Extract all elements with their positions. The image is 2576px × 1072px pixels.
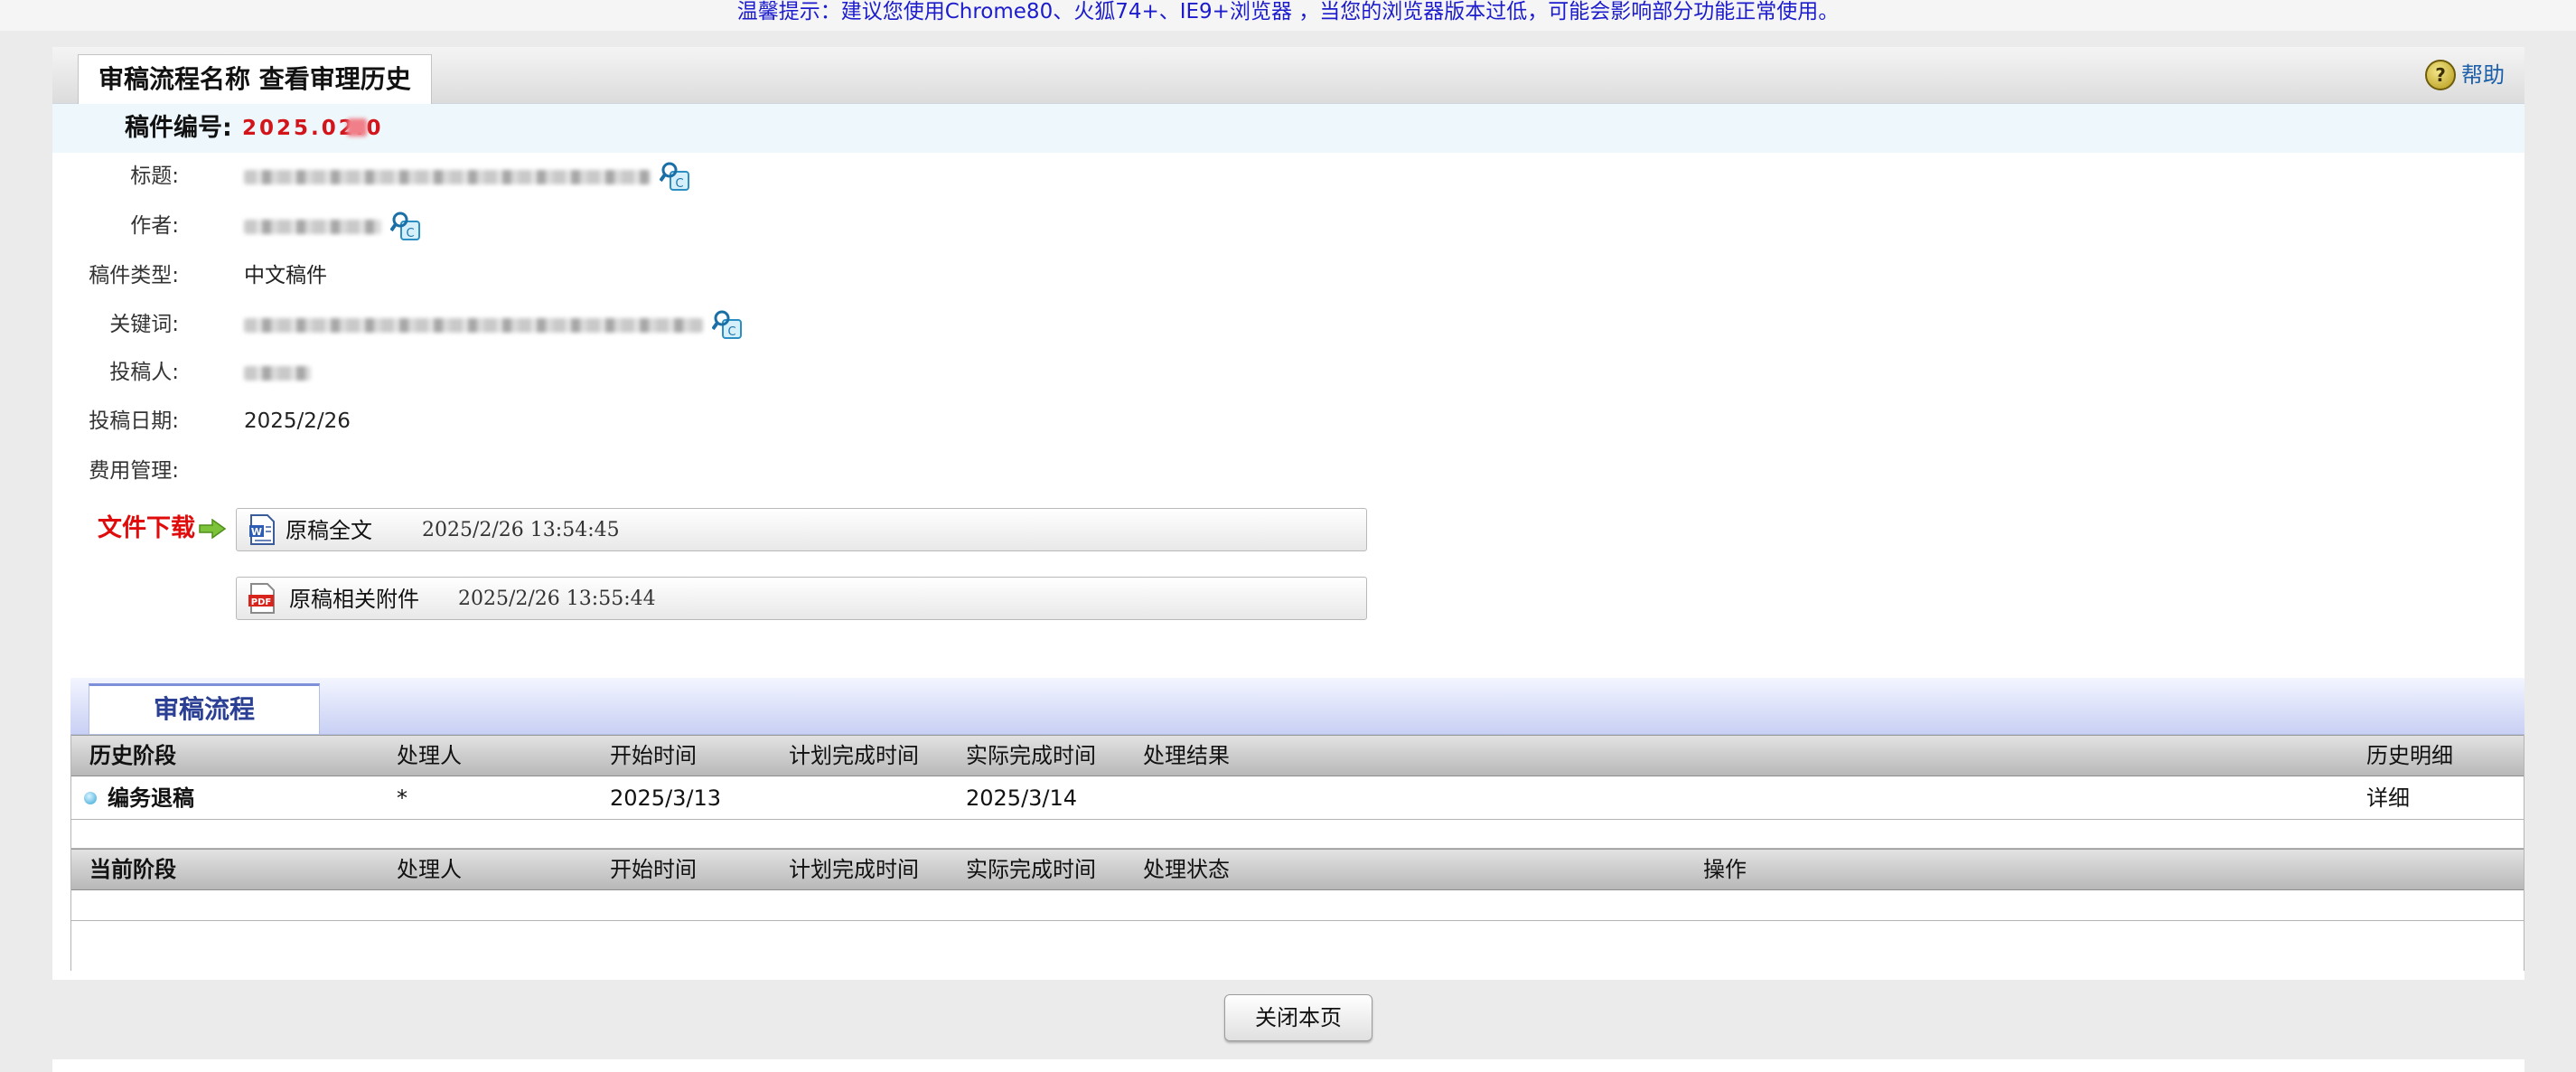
author-label: 作者: <box>130 214 179 238</box>
type-row: 稿件类型: 中文稿件 <box>52 260 2524 291</box>
handler-cell: * <box>397 785 407 811</box>
word-file-icon: W <box>249 514 275 545</box>
redacted-mark <box>347 118 367 136</box>
file-name: 原稿相关附件 <box>289 587 419 612</box>
actual-time-header: 实际完成时间 <box>966 857 1096 882</box>
svg-text:C: C <box>675 177 683 191</box>
main-panel: 审稿流程名称 查看审理历史 ? 帮助 稿件编号: 2025.02.0 标题: C… <box>52 47 2524 1072</box>
help-icon: ? <box>2425 60 2456 90</box>
footer-bar: 关闭本页 <box>52 980 2524 1059</box>
manuscript-number-label: 稿件编号: <box>125 114 232 142</box>
file-time: 2025/2/26 13:55:44 <box>458 588 656 610</box>
keywords-value-redacted <box>244 309 703 340</box>
keywords-row: 关键词: C <box>52 309 2524 340</box>
type-label: 稿件类型: <box>89 264 179 287</box>
submitter-label: 投稿人: <box>109 361 179 384</box>
arrow-right-icon <box>199 519 226 539</box>
flow-section-header: 审稿流程 <box>70 678 2524 735</box>
fee-row: 费用管理: <box>52 456 2524 486</box>
flow-table: 历史阶段 处理人 开始时间 计划完成时间 实际完成时间 处理结果 历史明细 编务… <box>70 735 2524 971</box>
start-time-header: 开始时间 <box>610 743 697 768</box>
title-label: 标题: <box>130 165 179 188</box>
help-link[interactable]: ? 帮助 <box>2425 60 2505 90</box>
history-stage-header: 历史阶段 <box>89 743 176 768</box>
date-row: 投稿日期: 2025/2/26 <box>52 406 2524 437</box>
stage-cell: 编务退稿 <box>108 785 194 811</box>
file-time: 2025/2/26 13:54:45 <box>422 519 620 541</box>
browser-notice: 温馨提示：建议您使用Chrome80、火狐74+、IE9+浏览器 ，当您的浏览器… <box>0 0 2576 31</box>
planned-time-header: 计划完成时间 <box>789 743 919 768</box>
svg-text:PDF: PDF <box>251 597 271 607</box>
status-header: 处理状态 <box>1143 857 1230 882</box>
detail-link[interactable]: 详细 <box>2366 776 2410 820</box>
svg-text:C: C <box>727 325 735 339</box>
file-name: 原稿全文 <box>286 518 372 543</box>
handler-header: 处理人 <box>397 857 462 882</box>
title-bar: 审稿流程名称 查看审理历史 ? 帮助 <box>52 47 2524 104</box>
date-value: 2025/2/26 <box>244 409 351 433</box>
type-value: 中文稿件 <box>244 264 327 287</box>
search-translate-icon[interactable]: C <box>712 309 743 340</box>
history-detail-header: 历史明细 <box>2366 743 2453 768</box>
title-row: 标题: C <box>52 161 2524 192</box>
download-original-button[interactable]: W 原稿全文 2025/2/26 13:54:45 <box>236 508 1367 551</box>
author-value-redacted <box>244 211 381 241</box>
download-label: 文件下载 <box>98 514 195 542</box>
pdf-file-icon: PDF <box>248 583 275 614</box>
search-translate-icon[interactable]: C <box>390 211 421 241</box>
manuscript-number-row: 稿件编号: 2025.02.0 <box>52 104 2524 153</box>
fee-label: 费用管理: <box>89 459 179 483</box>
bullet-icon <box>84 792 97 804</box>
svg-text:W: W <box>251 526 262 538</box>
search-translate-icon[interactable]: C <box>660 161 690 192</box>
submitter-value-redacted <box>244 357 311 388</box>
submitter-row: 投稿人: <box>52 357 2524 388</box>
author-row: 作者: C <box>52 211 2524 241</box>
start-time-header: 开始时间 <box>610 857 697 882</box>
page-title: 审稿流程名称 查看审理历史 <box>78 54 432 104</box>
help-label: 帮助 <box>2461 62 2505 88</box>
operation-header: 操作 <box>1703 857 1747 882</box>
download-attachment-button[interactable]: PDF 原稿相关附件 2025/2/26 13:55:44 <box>236 577 1367 620</box>
result-header: 处理结果 <box>1143 743 1230 768</box>
table-row: 编务退稿 * 2025/3/13 2025/3/14 详细 <box>71 776 2524 820</box>
tab-review-flow[interactable]: 审稿流程 <box>89 683 320 734</box>
planned-time-header: 计划完成时间 <box>789 857 919 882</box>
empty-row <box>71 890 2524 921</box>
actual-cell: 2025/3/14 <box>966 785 1078 811</box>
svg-text:C: C <box>406 227 414 240</box>
actual-time-header: 实际完成时间 <box>966 743 1096 768</box>
spacer-row <box>71 820 2524 849</box>
history-header-row: 历史阶段 处理人 开始时间 计划完成时间 实际完成时间 处理结果 历史明细 <box>71 735 2524 776</box>
current-stage-header: 当前阶段 <box>89 857 176 882</box>
date-label: 投稿日期: <box>89 409 179 433</box>
start-cell: 2025/3/13 <box>610 785 722 811</box>
handler-header: 处理人 <box>397 743 462 768</box>
close-page-button[interactable]: 关闭本页 <box>1224 994 1372 1041</box>
keywords-label: 关键词: <box>109 313 179 336</box>
current-header-row: 当前阶段 处理人 开始时间 计划完成时间 实际完成时间 处理状态 操作 <box>71 849 2524 890</box>
title-value-redacted <box>244 161 651 192</box>
